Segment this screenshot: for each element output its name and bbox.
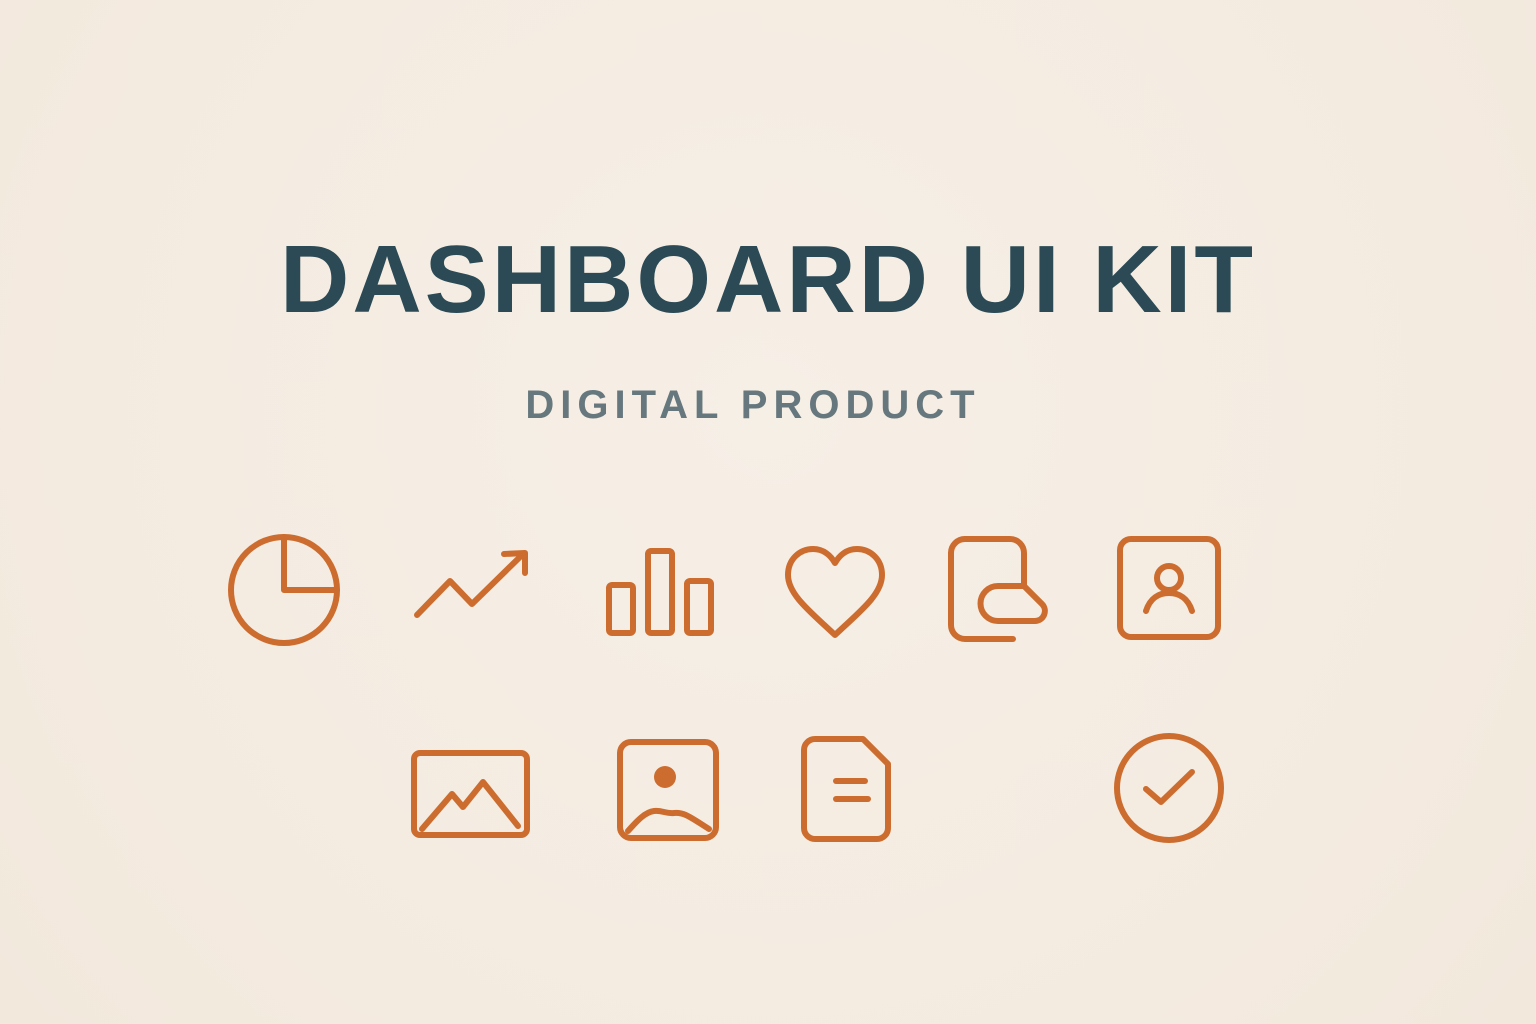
photo-icon [603, 725, 733, 855]
document-chat-icon [935, 525, 1065, 655]
page-title: DASHBOARD UI KIT [280, 226, 1256, 333]
background [0, 0, 1536, 1024]
page-subtitle: DIGITAL PRODUCT [525, 383, 981, 427]
document-icon [783, 725, 913, 855]
check-circle-icon [1104, 725, 1234, 855]
bar-chart-icon [597, 525, 727, 655]
heart-icon [770, 525, 900, 655]
trend-up-icon [405, 525, 535, 655]
user-profile-icon [1104, 525, 1234, 655]
pie-chart-icon [220, 525, 350, 655]
landscape-image-icon [404, 725, 534, 855]
